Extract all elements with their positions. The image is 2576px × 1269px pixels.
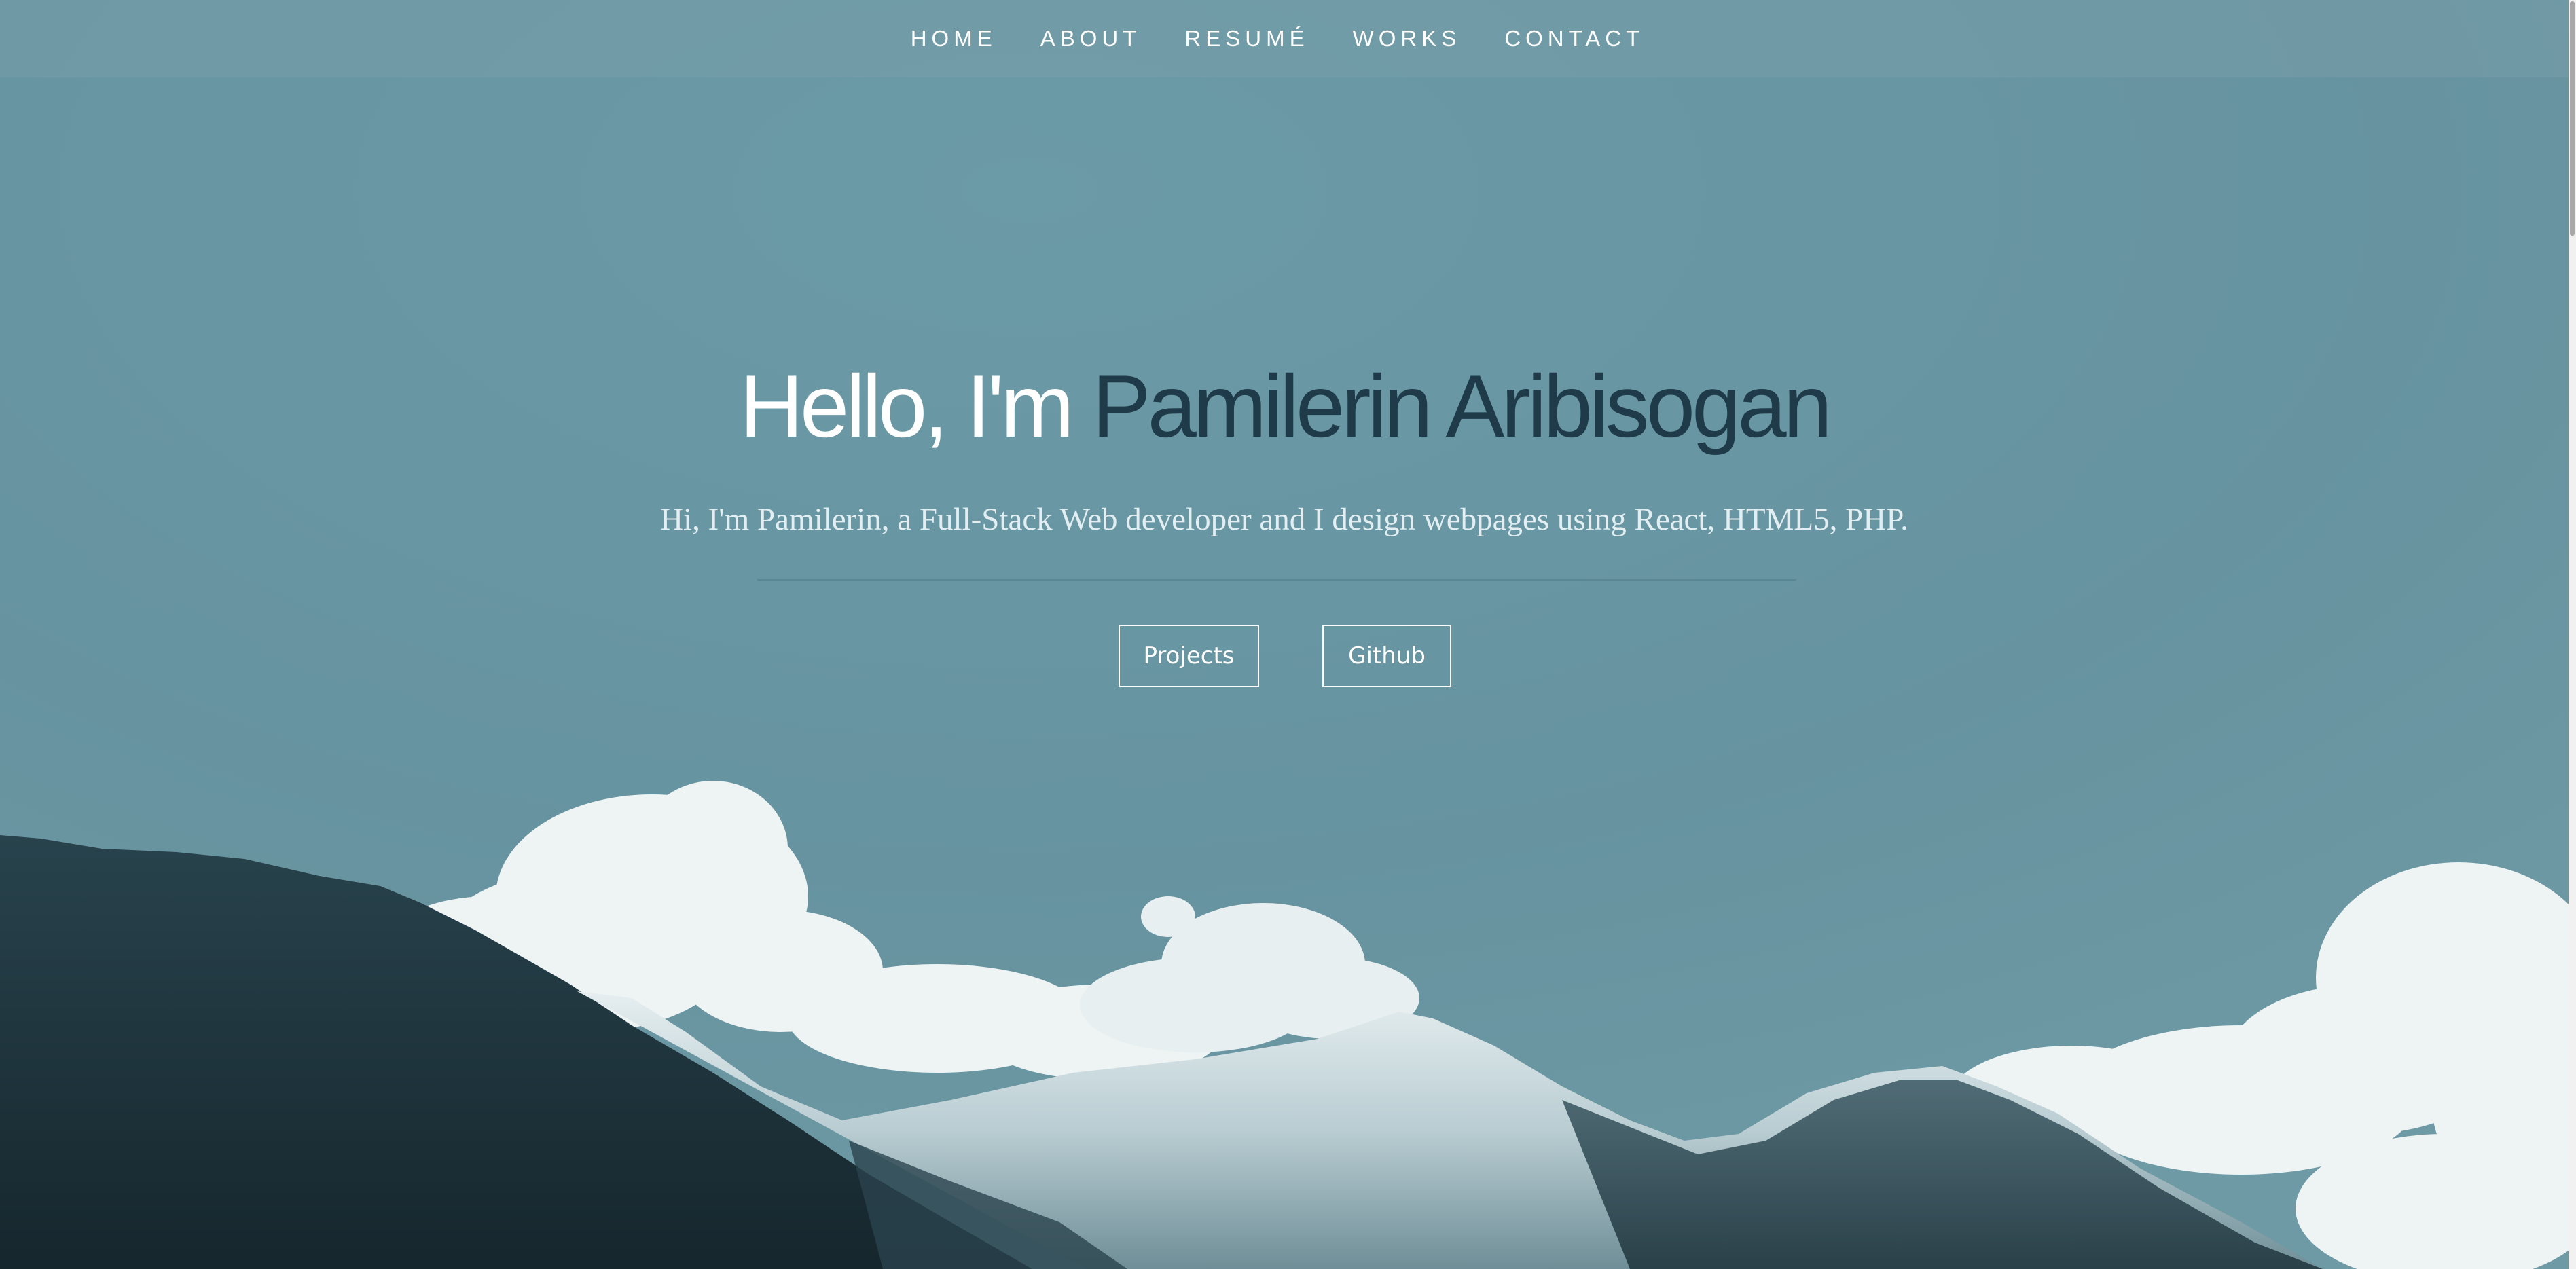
hero-button-group: Projects Github bbox=[0, 625, 2569, 687]
projects-button[interactable]: Projects bbox=[1119, 625, 1259, 687]
nav-item-about[interactable]: ABOUT bbox=[1040, 26, 1142, 52]
hero-tagline: Hi, I'm Pamilerin, a Full-Stack Web deve… bbox=[660, 502, 1908, 537]
nav-menu: HOME ABOUT RESUMÉ WORKS CONTACT bbox=[889, 26, 1667, 52]
hero-name: Pamilerin Aribisogan bbox=[1091, 356, 1832, 456]
nav-item-home[interactable]: HOME bbox=[911, 26, 997, 52]
hero-heading: Hello, I'm Pamilerin Aribisogan bbox=[0, 352, 2569, 460]
nav-item-resume[interactable]: RESUMÉ bbox=[1184, 26, 1309, 52]
hero-divider bbox=[757, 579, 1796, 581]
nav-item-contact[interactable]: CONTACT bbox=[1504, 26, 1644, 52]
hero-greeting: Hello, I'm bbox=[740, 356, 1092, 456]
github-button[interactable]: Github bbox=[1322, 625, 1451, 687]
scrollbar-thumb[interactable] bbox=[2570, 1, 2575, 236]
top-navigation-bar: HOME ABOUT RESUMÉ WORKS CONTACT bbox=[0, 0, 2569, 77]
nav-item-works[interactable]: WORKS bbox=[1353, 26, 1462, 52]
